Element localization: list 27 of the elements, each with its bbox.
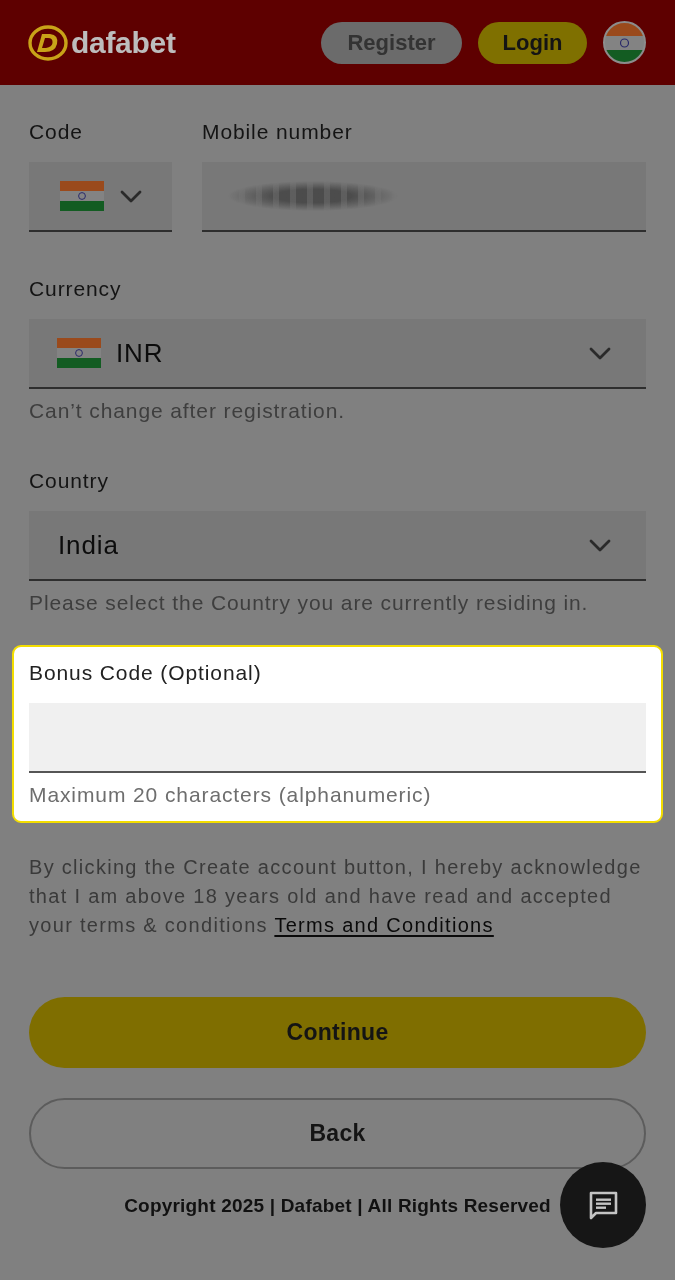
consent-text: By clicking the Create account button, I hereby acknowledge that I am above 18 years old and have read and accepted your terms & conditions Terms and Conditions: [29, 855, 643, 938]
field-label: Currency: [29, 276, 123, 302]
copyright-text: Copyright 2025 | Dafabet | All Rights Reserved: [124, 1194, 551, 1218]
helper-text: Maximum 20 characters (alphanumeric): [29, 782, 433, 808]
chevron-down-icon: [589, 538, 611, 552]
flag-icon[interactable]: [603, 21, 646, 64]
terms-link[interactable]: Terms and Conditions: [274, 914, 494, 936]
logo-wordmark: dafabet: [71, 24, 176, 61]
country-code-select[interactable]: [29, 162, 172, 232]
login-button[interactable]: Login: [478, 21, 587, 64]
helper-text: Can’t change after registration.: [29, 398, 346, 424]
helper-text: Please select the Country you are currently residing in.: [29, 590, 590, 616]
field-label: Country: [29, 468, 110, 494]
chevron-down-icon: [589, 346, 611, 360]
field-label: Bonus Code (Optional): [29, 660, 263, 686]
flag-icon: [59, 181, 104, 211]
select-field[interactable]: INR: [29, 319, 646, 389]
logo-icon: [28, 24, 68, 61]
field-label: Code: [29, 119, 84, 145]
mobile-number-field[interactable]: [202, 162, 646, 232]
field-label: Mobile number: [202, 119, 354, 145]
chevron-down-icon: [119, 189, 142, 203]
chat-icon: [587, 1189, 619, 1221]
input-field[interactable]: [29, 703, 646, 773]
register-button[interactable]: Register: [321, 21, 462, 64]
continue-button[interactable]: Continue: [29, 997, 646, 1068]
select-field[interactable]: India: [29, 511, 646, 581]
